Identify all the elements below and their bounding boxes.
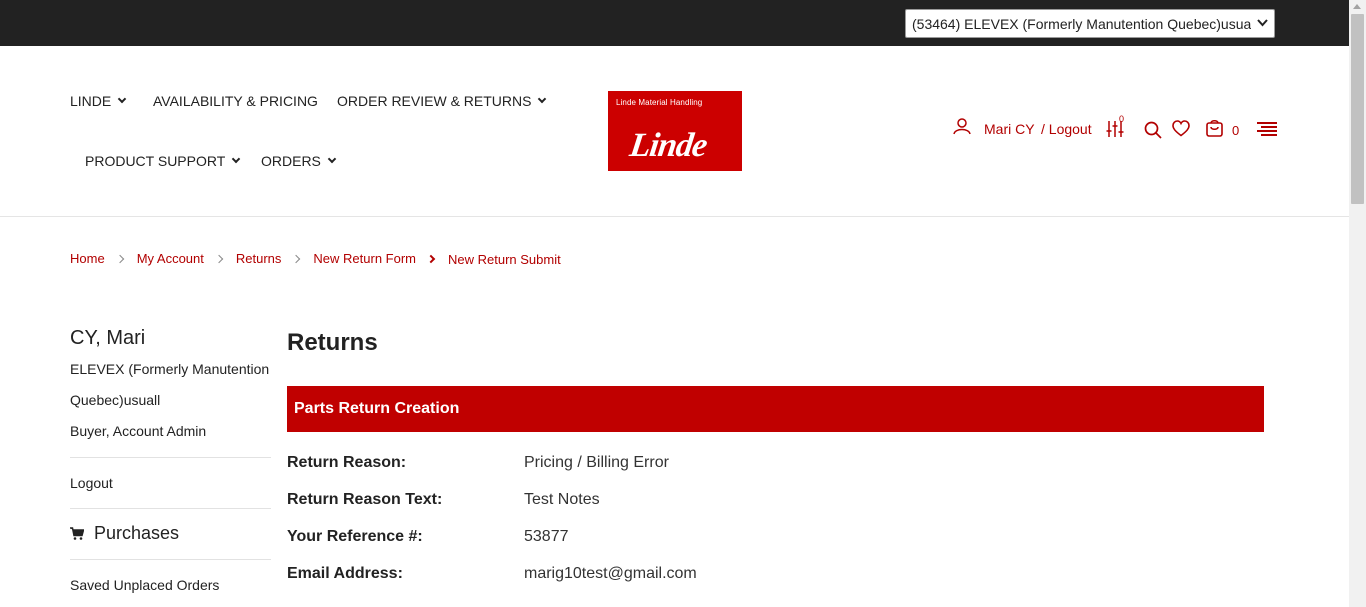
chevron-down-icon — [327, 154, 337, 164]
cart-count: 0 — [1232, 123, 1240, 138]
sidebar-purchases-heading[interactable]: Purchases — [70, 523, 179, 544]
scroll-up-arrow-icon[interactable] — [1353, 4, 1361, 9]
nav-order-review-label: ORDER REVIEW & RETURNS — [337, 93, 532, 109]
email-address-label: Email Address: — [287, 565, 403, 582]
chevron-right-icon — [214, 254, 224, 263]
chevron-down-icon — [1257, 18, 1268, 30]
cart-icon — [70, 527, 84, 540]
breadcrumb-returns[interactable]: Returns — [236, 251, 282, 266]
sidebar-purchases-label: Purchases — [94, 523, 180, 543]
chevron-down-icon — [538, 94, 547, 104]
section-banner-title: Parts Return Creation — [294, 400, 460, 417]
breadcrumb-my-account[interactable]: My Account — [137, 251, 204, 266]
sidebar-divider — [70, 559, 271, 560]
logo-tagline: Linde Material Handling — [616, 98, 703, 107]
sidebar-divider — [70, 508, 271, 509]
sidebar-company-line2: Quebec)usuall — [70, 392, 161, 408]
chevron-right-icon — [292, 254, 301, 263]
nav-product-support[interactable]: PRODUCT SUPPORT — [85, 153, 241, 169]
sidebar-role: Buyer, Account Admin — [70, 423, 207, 439]
scrollbar-thumb[interactable] — [1351, 14, 1364, 204]
sidebar-divider — [70, 457, 271, 458]
nav-availability-label: AVAILABILITY & PRICING — [153, 93, 318, 109]
nav-orders-label: ORDERS — [261, 153, 321, 169]
chevron-right-icon — [115, 254, 124, 263]
top-bar: (53464) ELEVEX (Formerly Manutention Que… — [0, 0, 1349, 46]
chevron-down-icon — [232, 154, 241, 164]
sidebar-company-line1: ELEVEX (Formerly Manutention — [70, 361, 270, 377]
site-header: LINDE AVAILABILITY & PRICING ORDER REVIE… — [0, 46, 1349, 217]
sidebar-user-name: CY, Mari — [70, 327, 146, 349]
return-reason-text-label: Return Reason Text: — [287, 491, 443, 508]
search-icon[interactable] — [1144, 121, 1162, 144]
reference-number-label: Your Reference #: — [287, 528, 423, 545]
breadcrumb-home[interactable]: Home — [70, 251, 105, 266]
linde-logo[interactable]: Linde Material Handling Linde — [608, 91, 742, 171]
header-user-name[interactable]: Mari CY — [984, 121, 1035, 137]
account-select-value: (53464) ELEVEX (Formerly Manutention Que… — [912, 15, 1251, 32]
compare-count: 0 — [1119, 114, 1125, 124]
return-reason-value: Pricing / Billing Error — [524, 454, 669, 471]
cart-bag-icon[interactable] — [1206, 119, 1223, 142]
page-scrollbar[interactable] — [1349, 0, 1366, 607]
chevron-down-icon — [117, 94, 127, 104]
section-banner: Parts Return Creation — [287, 386, 1264, 432]
menu-hamburger-icon[interactable] — [1257, 122, 1277, 141]
logo-brand: Linde — [627, 127, 709, 164]
nav-linde-label: LINDE — [70, 93, 112, 109]
nav-product-support-label: PRODUCT SUPPORT — [85, 153, 226, 169]
sidebar-logout-link[interactable]: Logout — [70, 475, 113, 491]
breadcrumb: Home My Account Returns New Return Form … — [70, 250, 561, 267]
reference-number-value: 53877 — [524, 528, 569, 545]
return-reason-label: Return Reason: — [287, 454, 407, 471]
wishlist-heart-icon[interactable] — [1172, 120, 1190, 142]
breadcrumb-new-return-form[interactable]: New Return Form — [313, 251, 416, 266]
sidebar-saved-orders-link[interactable]: Saved Unplaced Orders — [70, 577, 219, 593]
return-reason-text-value: Test Notes — [524, 491, 600, 508]
user-icon[interactable] — [953, 117, 973, 140]
chevron-right-icon — [426, 254, 436, 263]
nav-orders[interactable]: ORDERS — [261, 153, 337, 169]
nav-availability-pricing[interactable]: AVAILABILITY & PRICING — [153, 93, 318, 109]
header-logout-link[interactable]: / Logout — [1041, 121, 1092, 137]
nav-order-review-returns[interactable]: ORDER REVIEW & RETURNS — [337, 93, 547, 109]
email-address-value: marig10test@gmail.com — [524, 565, 697, 582]
page-title: Returns — [287, 329, 378, 356]
nav-linde[interactable]: LINDE — [70, 93, 127, 109]
account-select[interactable]: (53464) ELEVEX (Formerly Manutention Que… — [905, 9, 1275, 38]
breadcrumb-new-return-submit: New Return Submit — [448, 252, 561, 267]
